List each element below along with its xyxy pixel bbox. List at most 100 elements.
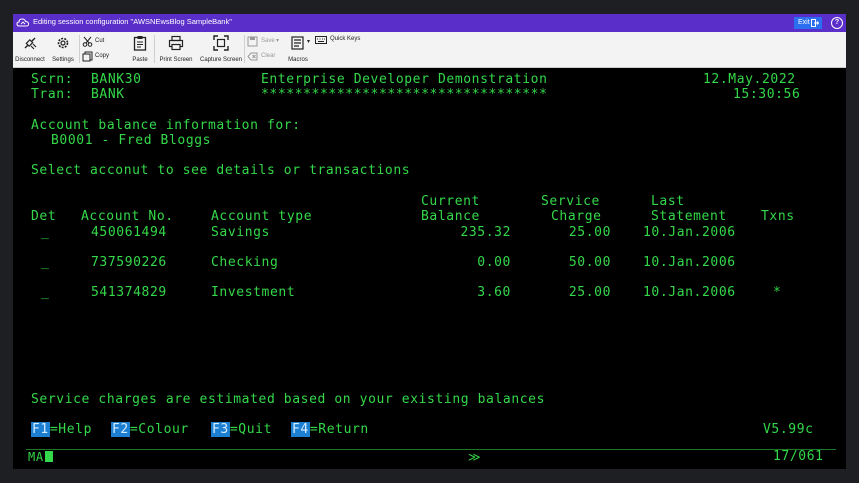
toolbar-divider — [244, 35, 245, 63]
cursor-position: 17/061 — [773, 449, 824, 464]
f2-label: =Colour — [129, 422, 189, 437]
time-display: 15:30:56 — [733, 87, 801, 102]
heading-underline: ********************************** — [261, 87, 548, 102]
clipboard-icon — [133, 36, 147, 51]
title-bar: Editing session configuration "AWSNEwsBl… — [13, 14, 846, 32]
last-statement: 10.Jan.2006 — [643, 255, 736, 270]
column-header-charge: Charge — [551, 209, 602, 224]
column-header-statement: Statement — [651, 209, 727, 224]
toolbar: Disconnect Settings Cut Copy Paste Print… — [13, 32, 846, 68]
status-insert-indicator: ≫ — [468, 450, 482, 464]
settings-label: Settings — [52, 57, 74, 63]
capture-screen-button[interactable]: Capture Screen — [199, 32, 243, 67]
service-charge: 25.00 — [568, 225, 611, 240]
toolbar-divider — [154, 35, 155, 63]
exit-icon — [811, 19, 819, 27]
column-header-service: Service — [541, 194, 600, 209]
capture-icon — [213, 35, 229, 51]
clear-icon — [247, 52, 258, 61]
help-icon[interactable]: ? — [831, 17, 843, 29]
select-field[interactable]: _ — [41, 226, 49, 240]
f2-key: F2 — [111, 422, 130, 437]
account-type: Savings — [211, 225, 270, 240]
keyboard-icon — [315, 36, 327, 44]
f1-key: F1 — [31, 422, 50, 437]
date-display: 12.May.2022 — [703, 72, 796, 87]
account-number: 450061494 — [91, 225, 167, 240]
printer-icon — [168, 35, 184, 51]
customer-name: B0001 - Fred Bloggs — [51, 133, 212, 148]
fkey-f4[interactable]: F4=Return — [291, 422, 369, 437]
account-number: 541374829 — [91, 285, 167, 300]
quick-keys-button[interactable]: Quick Keys — [314, 35, 364, 47]
fkey-f3[interactable]: F3=Quit — [211, 422, 272, 437]
fkey-f2[interactable]: F2=Colour — [111, 422, 189, 437]
macros-label: Macros — [288, 57, 308, 63]
cut-button[interactable]: Cut — [81, 36, 127, 48]
select-field[interactable]: _ — [41, 256, 49, 270]
status-indicator: MA — [28, 450, 53, 464]
capture-screen-label: Capture Screen — [199, 57, 243, 63]
last-statement: 10.Jan.2006 — [643, 225, 736, 240]
status-divider — [26, 449, 836, 450]
exit-button[interactable]: Exit — [794, 17, 822, 29]
select-field[interactable]: _ — [41, 286, 49, 300]
settings-button[interactable]: Settings — [49, 32, 77, 67]
exit-label: Exit — [798, 19, 810, 26]
quick-keys-label: Quick Keys — [330, 36, 361, 42]
info-title: Account balance information for: — [31, 118, 301, 133]
f4-label: =Return — [309, 422, 369, 437]
status-message: Service charges are estimated based on y… — [31, 392, 546, 407]
column-header-account-no: Account No. — [81, 209, 174, 224]
terminal-screen[interactable]: Scrn: BANK30 Enterprise Developer Demons… — [13, 68, 846, 469]
f3-label: =Quit — [229, 422, 272, 437]
save-label: Save — [261, 38, 275, 44]
print-screen-button[interactable]: Print Screen — [156, 32, 196, 67]
disconnect-label: Disconnect — [15, 57, 45, 63]
clear-button[interactable]: Clear — [246, 51, 284, 63]
service-charge: 25.00 — [568, 285, 611, 300]
macros-icon — [291, 36, 304, 50]
fkey-f1[interactable]: F1=Help — [31, 422, 92, 437]
f1-label: =Help — [49, 422, 92, 437]
disconnect-icon — [24, 37, 37, 50]
print-screen-label: Print Screen — [159, 57, 193, 63]
txns-flag: * — [773, 285, 782, 300]
copy-label: Copy — [95, 53, 110, 59]
save-icon — [247, 36, 258, 47]
tran-label: Tran: — [31, 87, 74, 102]
column-header-det: Det — [31, 209, 57, 224]
clear-label: Clear — [261, 53, 276, 59]
cut-label: Cut — [95, 38, 105, 44]
column-header-last: Last — [651, 194, 685, 209]
column-header-txns: Txns — [761, 209, 795, 224]
toolbar-divider — [79, 35, 80, 63]
account-type: Investment — [211, 285, 296, 300]
version-label: V5.99c — [763, 422, 814, 437]
paste-label: Paste — [132, 57, 148, 63]
account-type: Checking — [211, 255, 279, 270]
gear-icon — [57, 37, 69, 49]
macros-button[interactable]: ▾ Macros — [285, 32, 311, 67]
cloud-icon — [16, 18, 30, 27]
last-statement: 10.Jan.2006 — [643, 285, 736, 300]
f4-key: F4 — [291, 422, 310, 437]
scrn-label: Scrn: — [31, 72, 74, 87]
scissors-icon — [82, 36, 93, 47]
column-header-account-type: Account type — [211, 209, 313, 224]
paste-button[interactable]: Paste — [127, 32, 153, 67]
terminal-window: Editing session configuration "AWSNEwsBl… — [13, 14, 846, 469]
tran-value: BANK — [91, 87, 125, 102]
save-button[interactable]: Save ▾ — [246, 36, 284, 48]
account-balance: 235.32 — [460, 225, 511, 240]
account-balance: 3.60 — [477, 285, 511, 300]
disconnect-button[interactable]: Disconnect — [13, 32, 47, 67]
copy-icon — [82, 51, 93, 62]
page-title: Enterprise Developer Demonstration — [261, 72, 548, 87]
copy-button[interactable]: Copy — [81, 51, 127, 63]
chevron-down-icon: ▾ — [276, 38, 280, 44]
status-mode: MA — [28, 450, 44, 464]
scrn-value: BANK30 — [91, 72, 142, 87]
account-balance: 0.00 — [477, 255, 511, 270]
service-charge: 50.00 — [568, 255, 611, 270]
